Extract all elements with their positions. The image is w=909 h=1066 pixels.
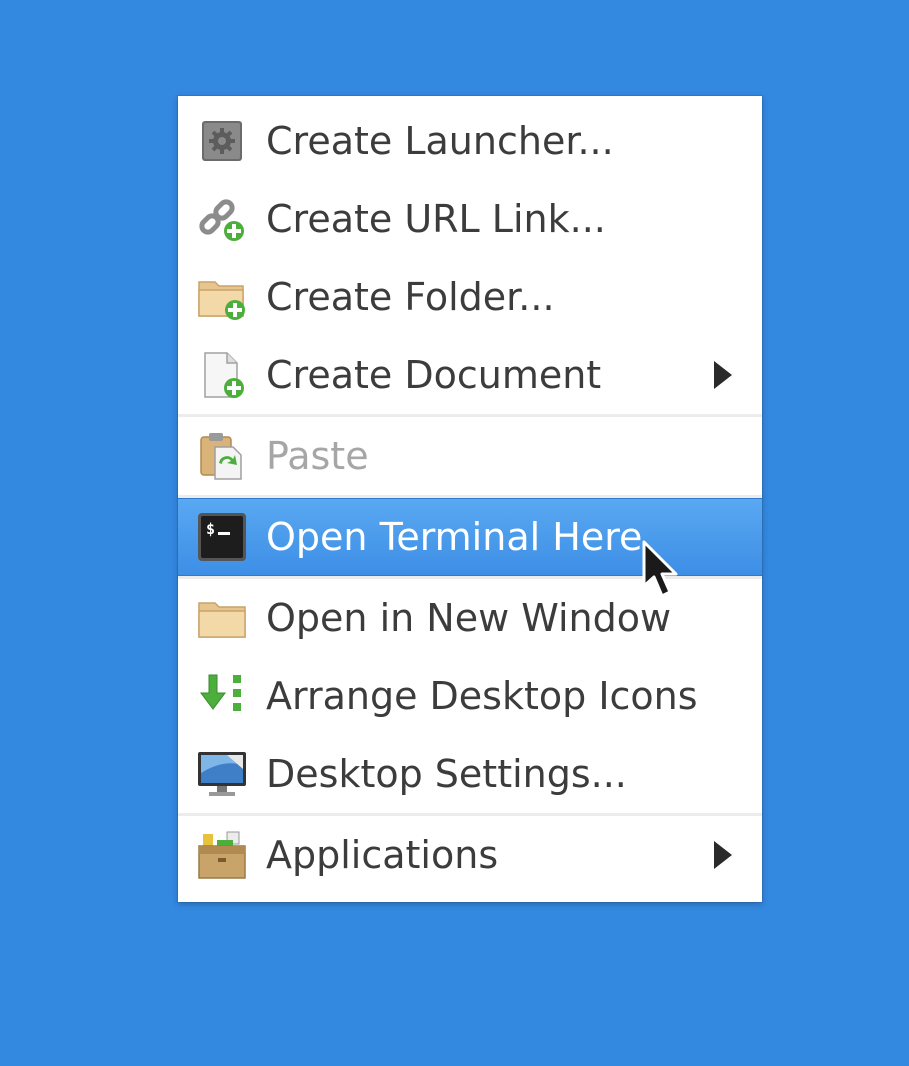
menu-item-create-document[interactable]: Create Document <box>178 336 762 414</box>
menu-item-create-url-link[interactable]: Create URL Link... <box>178 180 762 258</box>
monitor-icon <box>196 748 248 800</box>
launcher-gear-icon <box>196 115 248 167</box>
menu-item-label: Create Launcher... <box>266 119 614 163</box>
menu-item-open-terminal[interactable]: $ Open Terminal Here <box>178 498 762 576</box>
terminal-icon: $ <box>196 511 248 563</box>
menu-item-label: Create Folder... <box>266 275 555 319</box>
menu-item-open-new-window[interactable]: Open in New Window <box>178 579 762 657</box>
menu-item-label: Applications <box>266 833 499 877</box>
menu-item-label: Open Terminal Here <box>266 515 643 559</box>
paste-icon <box>196 430 248 482</box>
menu-item-applications[interactable]: Applications <box>178 816 762 894</box>
menu-item-label: Create Document <box>266 353 602 397</box>
menu-item-label: Open in New Window <box>266 596 672 640</box>
svg-text:$: $ <box>206 520 215 538</box>
folder-add-icon <box>196 271 248 323</box>
menu-item-create-launcher[interactable]: Create Launcher... <box>178 102 762 180</box>
desktop-background[interactable]: Create Launcher... Create URL Link... Cr… <box>0 0 909 1066</box>
url-link-icon <box>196 193 248 245</box>
menu-item-desktop-settings[interactable]: Desktop Settings... <box>178 735 762 813</box>
menu-item-label: Desktop Settings... <box>266 752 627 796</box>
submenu-arrow-icon <box>714 361 732 389</box>
menu-item-create-folder[interactable]: Create Folder... <box>178 258 762 336</box>
submenu-arrow-icon <box>714 841 732 869</box>
menu-item-paste[interactable]: Paste <box>178 417 762 495</box>
menu-item-label: Arrange Desktop Icons <box>266 674 698 718</box>
document-add-icon <box>196 349 248 401</box>
folder-icon <box>196 592 248 644</box>
menu-item-arrange-desktop-icons[interactable]: Arrange Desktop Icons <box>178 657 762 735</box>
menu-item-label: Paste <box>266 434 369 478</box>
menu-item-label: Create URL Link... <box>266 197 606 241</box>
arrange-icon <box>196 670 248 722</box>
desktop-context-menu: Create Launcher... Create URL Link... Cr… <box>178 96 762 902</box>
applications-icon <box>196 829 248 881</box>
